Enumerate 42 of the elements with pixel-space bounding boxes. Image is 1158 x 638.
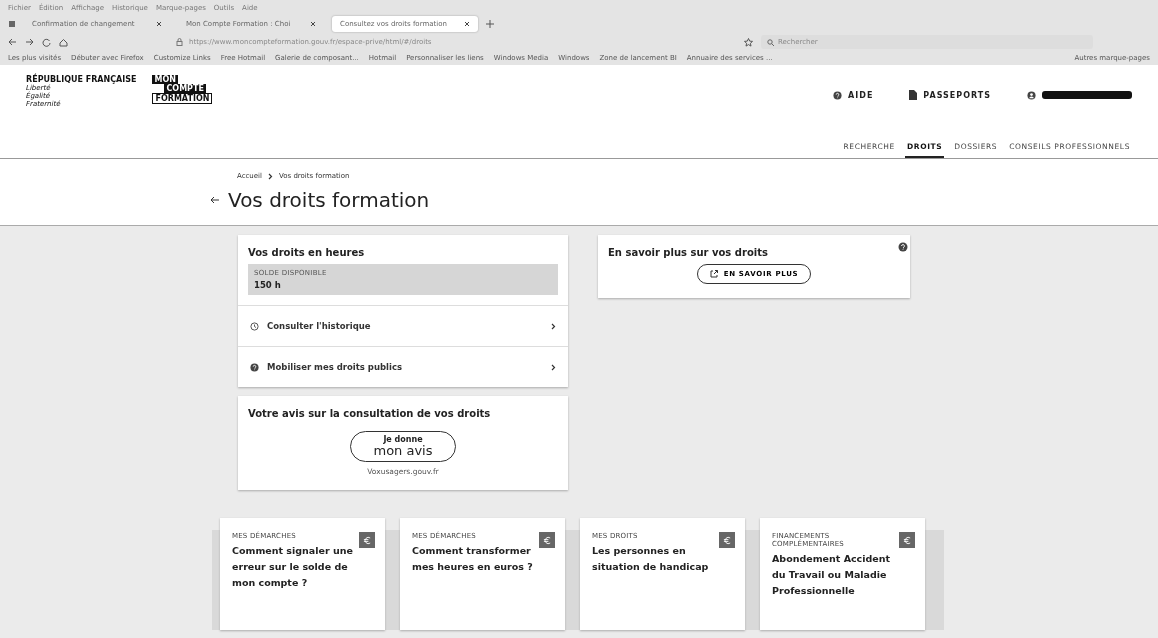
card-title: Vos droits en heures [247, 246, 366, 260]
euro-icon [539, 532, 555, 548]
close-icon[interactable] [310, 21, 316, 27]
card-title: En savoir plus sur vos droits [607, 246, 769, 260]
card-link[interactable]: Mobiliser mes droits publics [238, 346, 568, 387]
plus-icon[interactable] [486, 20, 494, 28]
lock-icon [176, 38, 183, 46]
page-title: Vos droits formation [210, 188, 1158, 212]
feedback-button[interactable]: Je donne mon avis [350, 431, 456, 462]
article-title: Les personnes en situation de handicap [592, 544, 710, 574]
external-link-icon [709, 270, 718, 278]
euro-icon [719, 532, 735, 548]
passports-link[interactable]: PASSEPORTS [909, 90, 991, 100]
card-title: Votre avis sur la consultation de vos droits [247, 407, 492, 421]
tab-list-icon[interactable] [8, 20, 16, 28]
balance-value: 150 h [254, 280, 282, 290]
help-icon [250, 362, 259, 372]
account-menu[interactable] [1027, 90, 1132, 100]
card-link[interactable]: Consulter l'historique [238, 305, 568, 346]
search-icon [767, 38, 774, 46]
article-title: Comment signaler une erreur sur le solde de mon compte ? [232, 544, 354, 590]
star-icon[interactable] [744, 37, 753, 47]
back-icon[interactable] [8, 38, 17, 46]
forward-icon[interactable] [25, 38, 34, 46]
home-icon[interactable] [59, 37, 68, 47]
help-icon [833, 90, 843, 100]
brand-logo[interactable]: MON COMPTE FORMATION [152, 75, 213, 158]
close-icon[interactable] [156, 21, 162, 27]
reload-icon[interactable] [42, 37, 51, 47]
document-icon [909, 90, 918, 100]
euro-icon [359, 532, 375, 548]
help-link[interactable]: AIDE [833, 90, 874, 100]
back-arrow-icon[interactable] [210, 196, 220, 204]
breadcrumb-separator-icon [268, 172, 273, 180]
chevron-right-icon [551, 363, 556, 371]
history-icon [250, 321, 259, 331]
close-icon[interactable] [464, 21, 470, 27]
chevron-right-icon [551, 322, 556, 330]
euro-icon [899, 532, 915, 548]
user-icon [1027, 90, 1036, 100]
article-title: Abondement Accident du Travail ou Maladie Professionnelle [772, 552, 892, 598]
article-title: Comment transformer mes heures en euros ? [412, 544, 534, 574]
